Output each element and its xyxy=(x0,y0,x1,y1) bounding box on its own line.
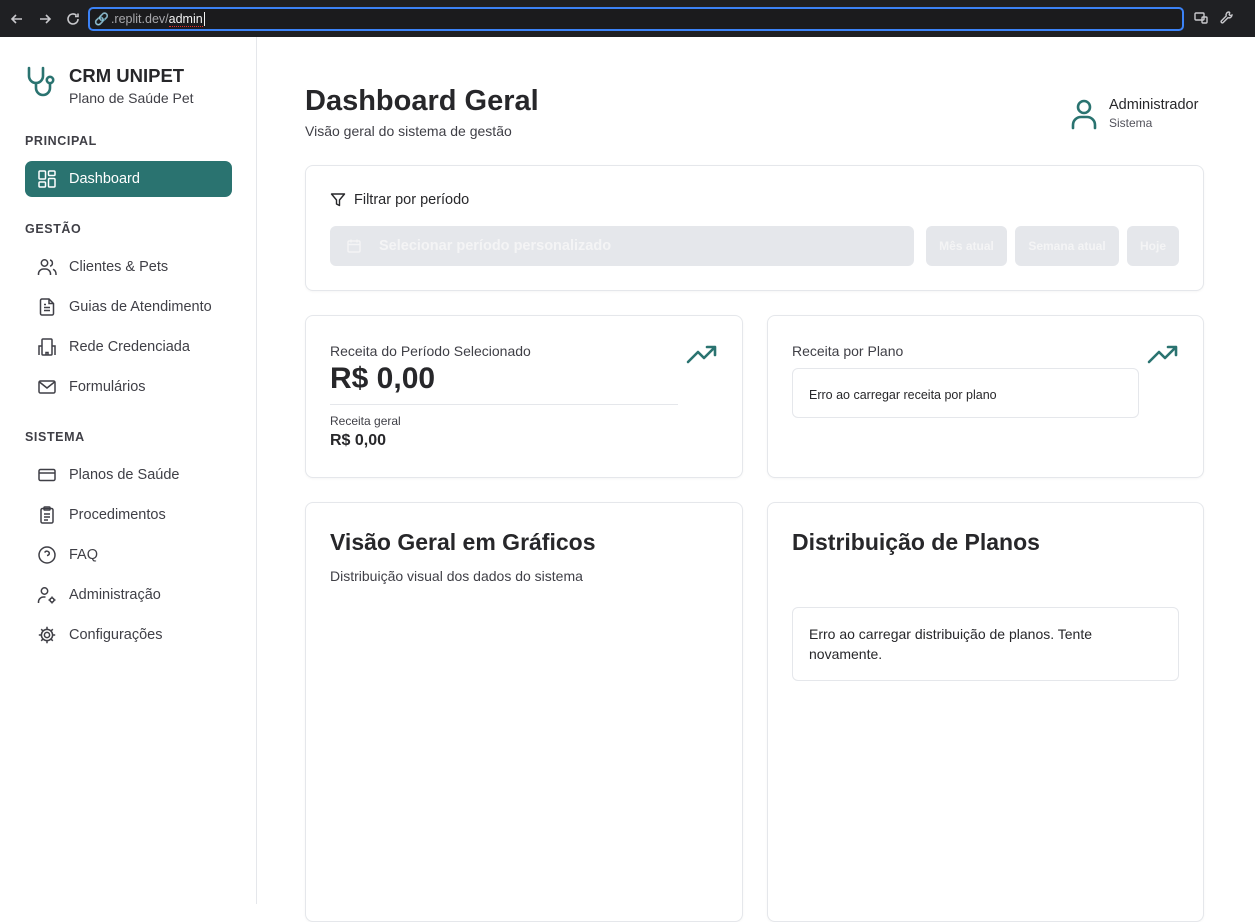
url-host: .replit.dev/ xyxy=(110,12,169,26)
help-circle-icon xyxy=(38,546,56,564)
filter-title: Filtrar por período xyxy=(330,192,469,208)
sidebar-item-rede[interactable]: Rede Credenciada xyxy=(25,329,232,365)
main-content: Dashboard Geral Visão geral do sistema d… xyxy=(257,37,1255,922)
charts-overview-card: Visão Geral em Gráficos Distribuição vis… xyxy=(305,502,743,922)
revenue-general-value: R$ 0,00 xyxy=(330,432,387,449)
chip-semana-atual[interactable]: Semana atual xyxy=(1015,226,1119,266)
credit-card-icon xyxy=(38,468,56,482)
sidebar-item-label: Administração xyxy=(69,587,161,603)
revenue-label: Receita do Período Selecionado xyxy=(330,343,531,359)
trending-up-icon xyxy=(686,345,717,364)
address-bar[interactable]: 🔗 .replit.dev/admin xyxy=(88,7,1184,31)
filter-card: Filtrar por período Selecionar período p… xyxy=(305,165,1204,291)
url-path: admin xyxy=(168,11,203,27)
plan-distribution-error: Erro ao carregar distribuição de planos.… xyxy=(792,607,1179,681)
stethoscope-icon xyxy=(27,66,55,97)
user-name: Administrador xyxy=(1109,97,1199,113)
reload-icon[interactable] xyxy=(59,5,87,33)
sidebar-item-configuracoes[interactable]: Configurações xyxy=(25,617,232,653)
cast-icon[interactable] xyxy=(1191,8,1211,28)
sidebar-item-label: Formulários xyxy=(69,379,146,395)
user-cog-icon xyxy=(37,587,56,604)
building-icon xyxy=(38,338,56,356)
trending-up-icon xyxy=(1147,345,1178,364)
tools-icon[interactable] xyxy=(1217,8,1237,28)
filter-icon xyxy=(330,193,346,207)
mail-icon xyxy=(38,380,56,394)
text-caret xyxy=(203,12,205,26)
sidebar-item-label: Planos de Saúde xyxy=(69,467,180,483)
file-text-icon xyxy=(39,298,55,316)
sidebar-item-clientes-pets[interactable]: Clientes & Pets xyxy=(25,249,232,285)
forward-icon[interactable] xyxy=(31,5,59,33)
divider xyxy=(330,404,678,405)
revenue-value: R$ 0,00 xyxy=(330,362,436,395)
sidebar-item-label: Configurações xyxy=(69,627,163,643)
user-role: Sistema xyxy=(1109,116,1153,130)
sidebar-item-administracao[interactable]: Administração xyxy=(25,577,232,613)
back-icon[interactable] xyxy=(3,5,31,33)
more-icon[interactable] xyxy=(1243,8,1251,28)
plan-distribution-title: Distribuição de Planos xyxy=(792,529,1040,555)
section-label-principal: PRINCIPAL xyxy=(25,134,97,148)
charts-overview-description: Distribuição visual dos dados do sistema xyxy=(330,568,583,584)
browser-toolbar: 🔗 .replit.dev/admin xyxy=(0,0,1255,37)
calendar-icon xyxy=(347,239,361,253)
sidebar-item-faq[interactable]: FAQ xyxy=(25,537,232,573)
brand-subtitle: Plano de Saúde Pet xyxy=(69,90,194,106)
sidebar-item-label: Guias de Atendimento xyxy=(69,299,212,315)
sidebar-item-guias[interactable]: Guias de Atendimento xyxy=(25,289,232,325)
users-icon xyxy=(37,259,57,275)
sidebar-item-dashboard[interactable]: Dashboard xyxy=(25,161,232,197)
revenue-card: Receita do Período Selecionado R$ 0,00 R… xyxy=(305,315,743,478)
sidebar-item-label: Procedimentos xyxy=(69,507,166,523)
sidebar-item-formularios[interactable]: Formulários xyxy=(25,369,232,405)
site-info-icon[interactable]: 🔗 xyxy=(94,12,109,26)
sidebar: CRM UNIPET Plano de Saúde Pet PRINCIPAL … xyxy=(0,37,257,904)
sidebar-item-label: FAQ xyxy=(69,547,99,563)
sidebar-item-procedimentos[interactable]: Procedimentos xyxy=(25,497,232,533)
chip-mes-atual[interactable]: Mês atual xyxy=(926,226,1007,266)
dashboard-grid-icon xyxy=(38,170,56,188)
sidebar-item-planos[interactable]: Planos de Saúde xyxy=(25,457,232,493)
charts-overview-title: Visão Geral em Gráficos xyxy=(330,529,596,555)
period-picker-placeholder: Selecionar período personalizado xyxy=(379,238,612,254)
user-menu[interactable]: Administrador Sistema xyxy=(1069,97,1198,130)
sidebar-item-label: Clientes & Pets xyxy=(69,259,169,275)
plan-distribution-card: Distribuição de Planos Erro ao carregar … xyxy=(767,502,1204,922)
section-label-gestao: GESTÃO xyxy=(25,222,82,236)
period-picker-input[interactable]: Selecionar período personalizado xyxy=(330,226,914,266)
page-subtitle: Visão geral do sistema de gestão xyxy=(305,123,512,139)
gear-icon xyxy=(38,626,56,644)
sidebar-item-label: Rede Credenciada xyxy=(69,339,190,355)
revenue-by-plan-card: Receita por Plano Erro ao carregar recei… xyxy=(767,315,1204,478)
chip-hoje[interactable]: Hoje xyxy=(1127,226,1179,266)
brand-title: CRM UNIPET xyxy=(69,65,185,86)
clipboard-icon xyxy=(40,506,54,524)
revenue-by-plan-label: Receita por Plano xyxy=(792,343,904,359)
filter-title-label: Filtrar por período xyxy=(354,192,470,208)
revenue-by-plan-error: Erro ao carregar receita por plano xyxy=(792,368,1139,418)
page-title: Dashboard Geral xyxy=(305,85,539,117)
brand: CRM UNIPET Plano de Saúde Pet xyxy=(25,65,194,106)
user-icon xyxy=(1071,99,1097,129)
section-label-sistema: SISTEMA xyxy=(25,430,85,444)
sidebar-item-label: Dashboard xyxy=(69,171,140,187)
revenue-general-label: Receita geral xyxy=(330,414,401,428)
